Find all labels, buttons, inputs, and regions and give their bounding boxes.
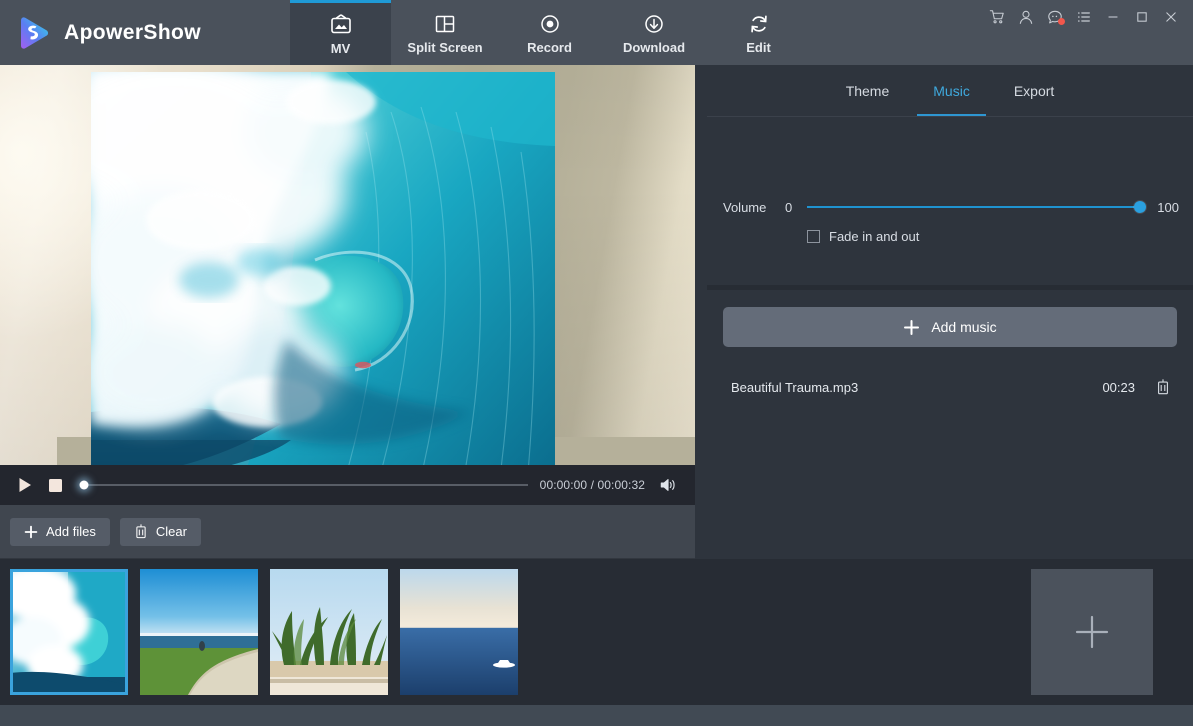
add-files-label: Add files <box>46 524 96 539</box>
seek-slider[interactable] <box>79 475 528 495</box>
music-item-duration: 00:23 <box>1102 379 1135 395</box>
app-brand: ApowerShow <box>0 0 290 65</box>
status-bar <box>0 705 1193 726</box>
volume-min-label: 0 <box>785 199 793 215</box>
seek-thumb[interactable] <box>79 480 89 490</box>
nav-tab-record[interactable]: Record <box>499 0 600 65</box>
message-icon[interactable] <box>1040 5 1069 29</box>
seek-track <box>84 484 528 486</box>
nav-tab-mv[interactable]: MV <box>290 0 391 65</box>
right-panel-gutter <box>695 65 707 505</box>
nav-tab-download[interactable]: Download <box>600 0 708 65</box>
file-toolbar: Add files Clear <box>0 505 695 559</box>
refresh-edit-icon <box>747 11 771 37</box>
tab-music-label: Music <box>933 82 970 99</box>
speaker-icon[interactable] <box>651 470 685 500</box>
nav-tab-split-screen[interactable]: Split Screen <box>391 0 499 65</box>
volume-max-label: 100 <box>1157 199 1179 215</box>
thumb-sea-boat[interactable] <box>400 569 518 695</box>
add-music-button[interactable]: Add music <box>723 307 1177 347</box>
tv-icon <box>329 12 353 38</box>
close-icon[interactable] <box>1156 5 1185 29</box>
tab-export-label: Export <box>1013 82 1055 99</box>
music-item-name: Beautiful Trauma.mp3 <box>731 379 859 395</box>
titlebar: ApowerShow MV Split Screen Record Downlo… <box>0 0 1193 65</box>
tab-theme-label: Theme <box>845 82 890 99</box>
maximize-icon[interactable] <box>1127 5 1156 29</box>
fade-row: Fade in and out <box>707 229 1193 244</box>
right-panel-tabs: Theme Music Export <box>707 65 1193 117</box>
nav-tab-download-label: Download <box>622 39 686 55</box>
volume-slider[interactable] <box>807 199 1146 215</box>
cart-icon[interactable] <box>982 5 1011 29</box>
message-badge <box>1058 18 1065 25</box>
tab-theme[interactable]: Theme <box>824 65 912 116</box>
window-controls <box>982 0 1193 65</box>
add-media-tile[interactable] <box>1031 569 1153 695</box>
fade-label[interactable]: Fade in and out <box>829 229 919 244</box>
fade-checkbox[interactable] <box>807 230 820 243</box>
main-nav-tabs: MV Split Screen Record Download Edit <box>290 0 809 65</box>
volume-row: Volume 0 100 <box>707 199 1193 215</box>
download-icon <box>642 11 666 37</box>
apowershow-logo-icon <box>14 14 52 52</box>
preview-canvas[interactable] <box>0 65 695 465</box>
trash-icon <box>134 524 148 539</box>
plus-icon <box>903 319 920 336</box>
volume-label: Volume <box>723 199 767 215</box>
split-screen-icon <box>433 11 457 37</box>
thumb-banana-plants[interactable] <box>270 569 388 695</box>
player-controls-bar: 00:00:00 / 00:00:32 <box>0 465 695 505</box>
thumb-coastal-path[interactable] <box>140 569 258 695</box>
thumb-wave[interactable] <box>10 569 128 695</box>
minimize-icon[interactable] <box>1098 5 1127 29</box>
add-music-label: Add music <box>931 319 997 335</box>
tab-music[interactable]: Music <box>911 65 992 116</box>
media-thumbnail-strip <box>0 559 1193 705</box>
nav-tab-edit-label: Edit <box>746 39 771 55</box>
user-icon[interactable] <box>1011 5 1040 29</box>
app-title: ApowerShow <box>64 20 202 44</box>
record-icon <box>538 11 562 37</box>
trash-icon[interactable] <box>1153 377 1173 397</box>
add-files-button[interactable]: Add files <box>10 517 110 546</box>
volume-track <box>807 206 1145 208</box>
tab-export[interactable]: Export <box>992 65 1076 116</box>
volume-thumb[interactable] <box>1134 201 1146 213</box>
clear-button[interactable]: Clear <box>119 517 201 546</box>
apowershow-window: ApowerShow MV Split Screen Record Downlo… <box>0 0 1193 726</box>
plus-icon <box>24 525 38 539</box>
preview-image-wave <box>91 72 555 465</box>
nav-tab-mv-label: MV <box>330 41 351 56</box>
volume-section: Volume 0 100 Fade in and out <box>707 117 1193 289</box>
music-section: Add music Beautiful Trauma.mp3 00:23 <box>707 290 1193 505</box>
stop-icon[interactable] <box>40 470 70 500</box>
music-list-item[interactable]: Beautiful Trauma.mp3 00:23 <box>723 370 1177 404</box>
nav-tab-record-label: Record <box>527 39 572 55</box>
nav-tab-edit[interactable]: Edit <box>708 0 809 65</box>
nav-tab-split-screen-label: Split Screen <box>407 39 483 55</box>
clear-label: Clear <box>155 524 187 539</box>
playback-time: 00:00:00 / 00:00:32 <box>539 478 645 492</box>
menu-list-icon[interactable] <box>1069 5 1098 29</box>
play-icon[interactable] <box>10 470 40 500</box>
